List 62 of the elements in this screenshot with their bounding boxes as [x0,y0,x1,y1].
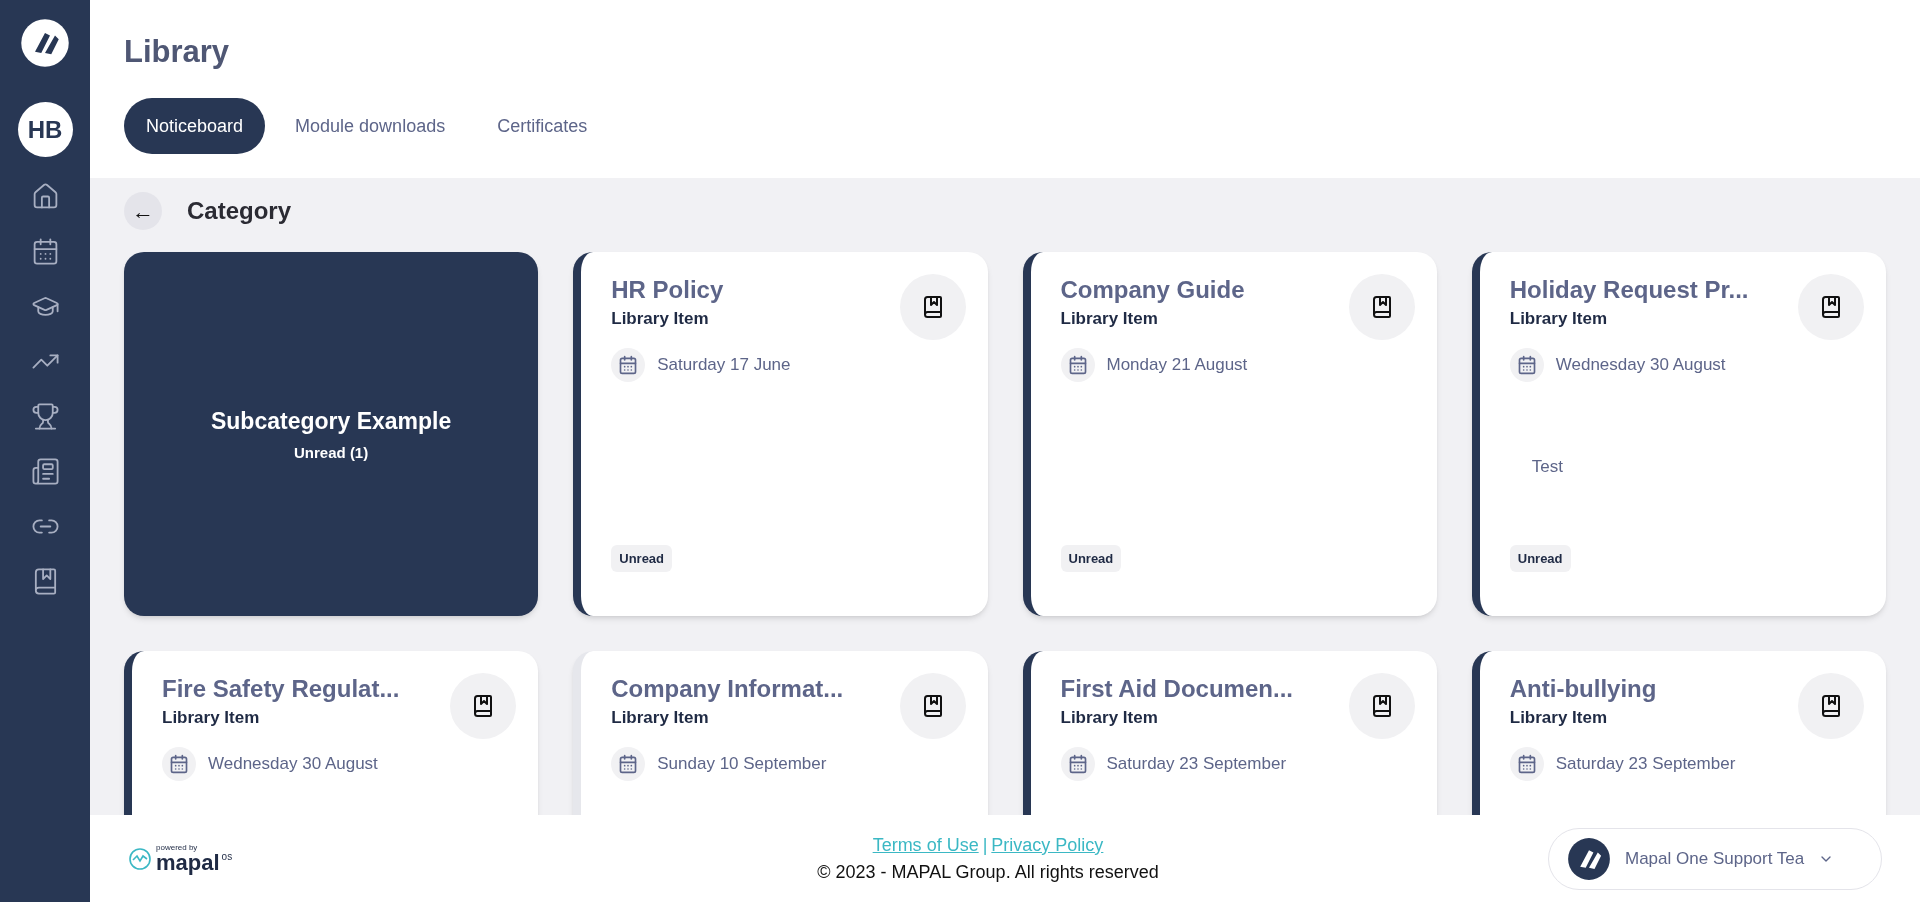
item-title: Anti-bullying [1509,674,1657,704]
brand-name: mapal [156,851,220,874]
item-date: Monday 21 August [1106,354,1248,377]
library-item-card[interactable]: Company Informat... Library Item Sunday 10 September [573,651,988,815]
brand-suffix: os [221,851,233,862]
item-title: Company Guide [1060,275,1245,305]
item-type: Library Item [1509,707,1609,729]
calendar-icon [1067,355,1088,375]
newspaper-icon[interactable] [30,457,60,486]
powered-by-text: powered by [156,843,199,852]
subcategory-card[interactable]: Subcategory Example Unread (1) [124,252,539,616]
book-icon [1819,694,1843,718]
unread-tag: Unread [1509,544,1571,572]
library-item-card[interactable]: First Aid Documen... Library Item Saturday 23 September [1022,651,1437,815]
item-date: Sunday 10 September [657,753,827,776]
item-date: Wednesday 30 August [208,753,378,776]
support-button[interactable]: Mapal One Support Tea [1548,827,1882,890]
item-date: Saturday 23 September [1106,753,1287,776]
library-item-card[interactable]: Fire Safety Regulat... Library Item Wednesday 30 August [124,651,539,815]
item-title: HR Policy [611,275,724,305]
calendar-icon [618,754,639,774]
item-type: Library Item [1509,308,1609,330]
item-title: First Aid Documen... [1060,674,1293,704]
user-avatar[interactable]: HB [17,102,73,157]
calendar-icon [618,355,639,375]
item-date: Saturday 23 September [1555,753,1736,776]
item-type: Library Item [1060,308,1159,330]
item-type: Library Item [162,707,261,729]
calendar-icon [169,754,189,774]
wave-logo-icon [128,846,152,871]
calendar-icon [1516,355,1537,375]
unread-tag: Unread [1060,544,1122,572]
item-type: Library Item [611,707,710,729]
tab[interactable]: Noticeboard [124,98,266,154]
calendar-icon [1516,754,1537,774]
copyright-text: © 2023 - MAPAL Group. All rights reserved [817,860,1159,884]
item-title: Company Informat... [611,674,844,704]
item-type: Library Item [611,308,710,330]
library-item-card[interactable]: HR Policy Library Item Saturday 17 June Unread [573,252,988,616]
item-date: Saturday 17 June [657,354,791,377]
subcategory-count: Unread (1) [294,443,369,463]
item-title: Holiday Request Pr... [1509,275,1749,305]
item-type: Library Item [1060,707,1159,729]
page-title: Library [124,33,231,71]
tab[interactable]: Certificates [475,98,610,154]
book-icon [1819,295,1843,319]
item-date: Wednesday 30 August [1555,354,1726,377]
app-logo [20,18,70,68]
back-button[interactable]: ← [124,192,162,230]
library-item-card[interactable]: Anti-bullying Library Item Saturday 23 September [1471,651,1886,815]
tab[interactable]: Module downloads [273,98,468,154]
trophy-icon[interactable] [30,402,60,431]
calendar-icon [1067,754,1088,774]
item-title: Fire Safety Regulat... [162,674,400,704]
link-separator: | [982,833,988,857]
library-item-card[interactable]: Holiday Request Pr... Library Item Wednesday 30 August Test Unread [1471,252,1886,616]
item-description: Test [1531,456,1564,478]
category-title: Category [187,196,292,226]
unread-tag: Unread [611,544,673,572]
subcategory-title: Subcategory Example [210,406,452,436]
support-avatar-icon [1567,836,1611,881]
library-item-card[interactable]: Company Guide Library Item Monday 21 August Unread [1022,252,1437,616]
